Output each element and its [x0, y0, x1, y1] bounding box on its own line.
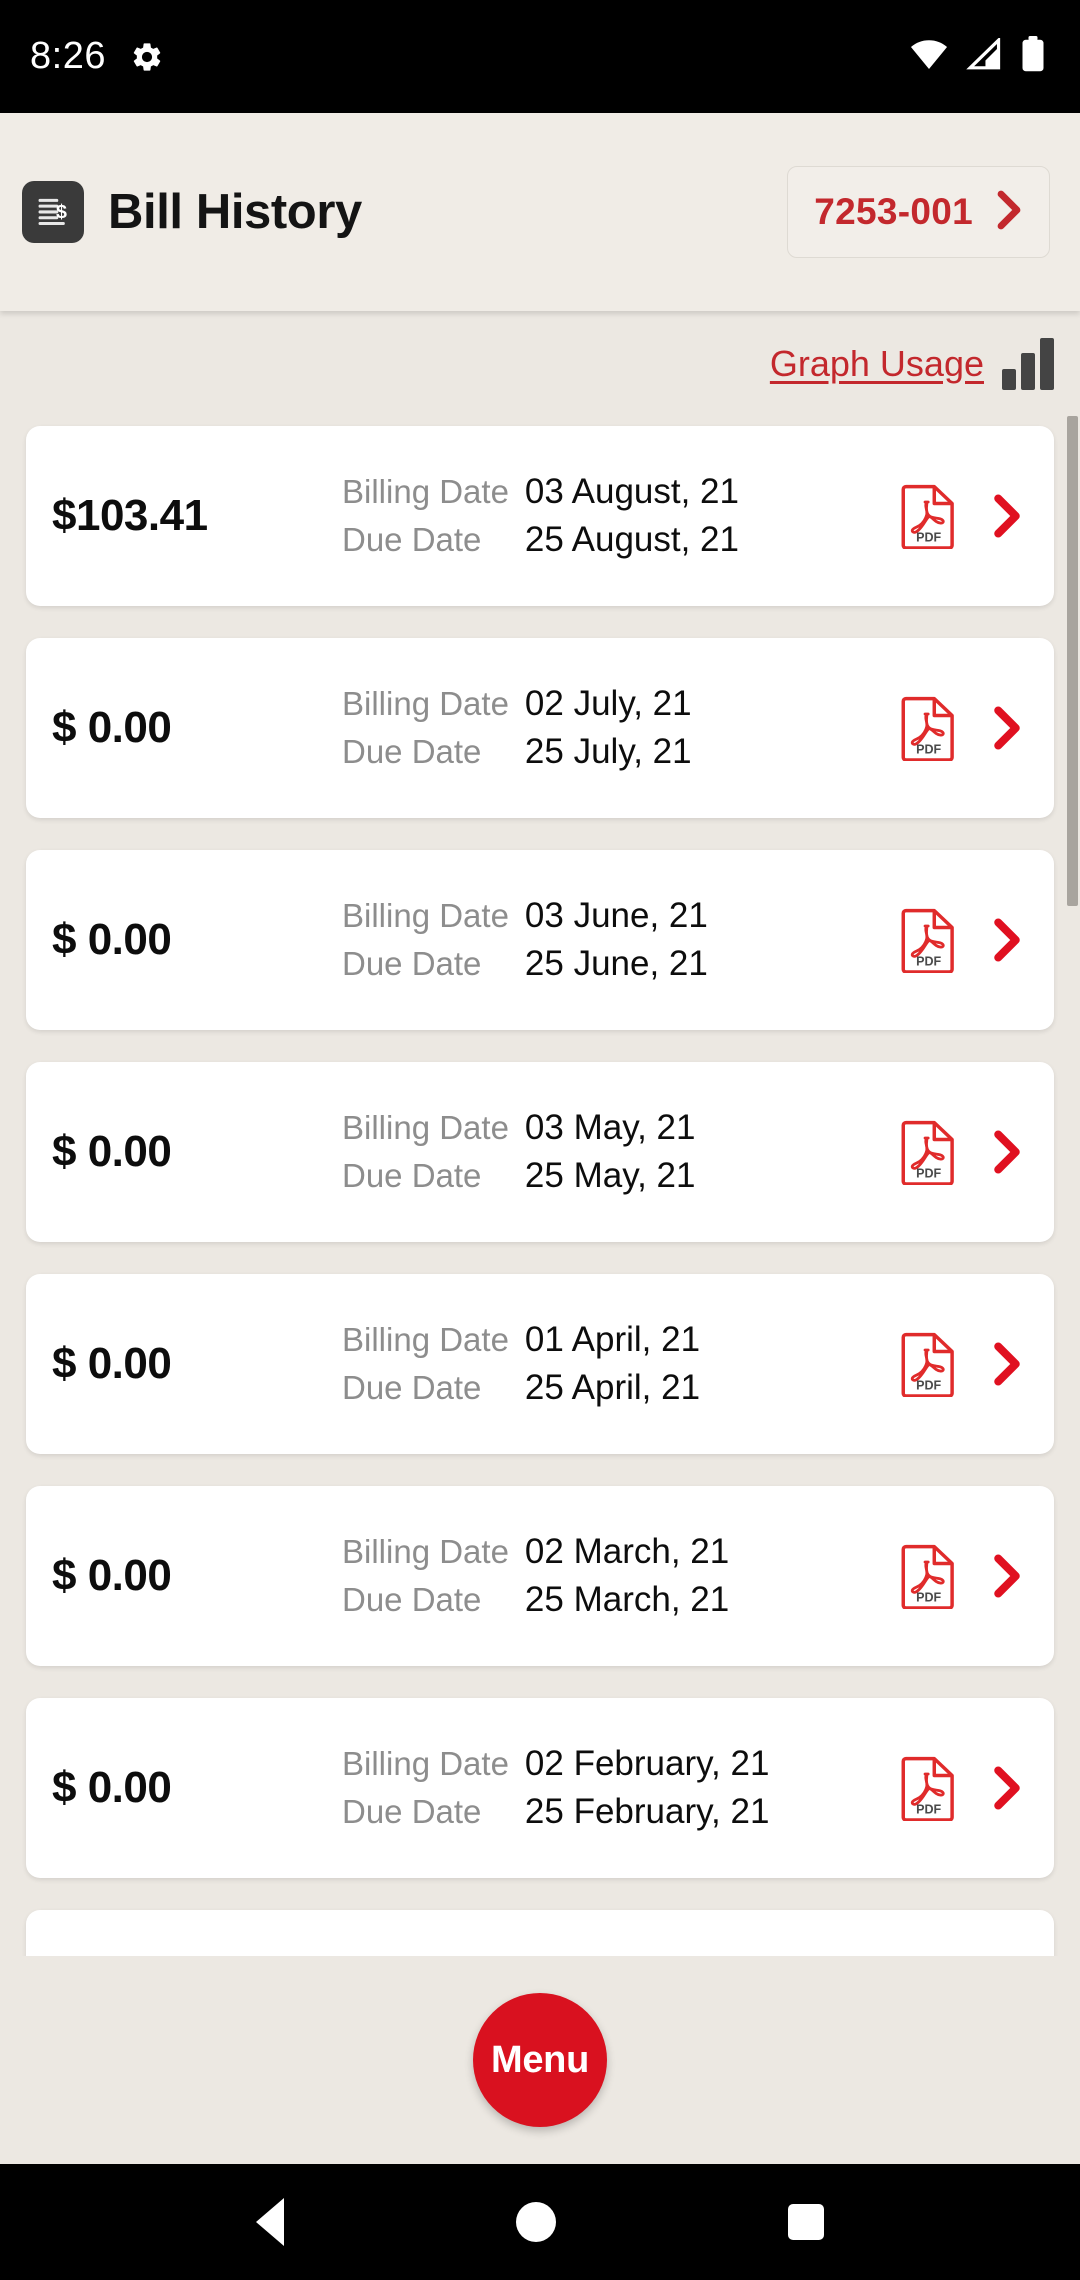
gear-icon: [130, 40, 164, 74]
billing-date-label: Billing Date: [342, 473, 509, 510]
bill-document-icon: $: [22, 181, 84, 243]
due-date-value: 25 July, 21: [524, 732, 692, 771]
due-date-value: 25 August, 21: [524, 520, 739, 559]
home-icon[interactable]: [516, 2202, 556, 2242]
svg-text:PDF: PDF: [916, 531, 941, 545]
account-selector-button[interactable]: 7253-001: [787, 166, 1050, 258]
billing-date-value: 03 June, 21: [524, 896, 708, 935]
scrollbar-thumb[interactable]: [1067, 416, 1078, 906]
chevron-right-icon[interactable]: [992, 1130, 1022, 1174]
bill-dates: Billing Date 03 May, 21 Due Date 25 May, 21: [342, 1108, 695, 1196]
billing-date-value: 02 July, 21: [524, 684, 692, 723]
chevron-right-icon[interactable]: [992, 706, 1022, 750]
billing-date-label: Billing Date: [342, 685, 509, 722]
billing-date-value: 03 May, 21: [524, 1108, 696, 1147]
page-title: Bill History: [108, 185, 362, 239]
chevron-right-icon[interactable]: [992, 1342, 1022, 1386]
due-date-label: Due Date: [342, 521, 482, 558]
chevron-right-icon[interactable]: [992, 494, 1022, 538]
svg-text:$: $: [56, 201, 67, 223]
due-date-label: Due Date: [342, 733, 482, 770]
chevron-right-icon[interactable]: [992, 1554, 1022, 1598]
due-date-label: Due Date: [342, 1581, 482, 1618]
pdf-download-icon[interactable]: PDF: [900, 483, 958, 549]
due-date-label: Due Date: [342, 945, 482, 982]
svg-text:PDF: PDF: [916, 1167, 941, 1181]
pdf-download-icon[interactable]: PDF: [900, 1331, 958, 1397]
billing-date-label: Billing Date: [342, 1533, 509, 1570]
table-row[interactable]: $ 0.00 Billing Date 02 February, 21 Due Dat…: [26, 1698, 1054, 1878]
due-date-value: 25 February, 21: [524, 1792, 770, 1831]
app-header: $ Bill History 7253-001: [0, 113, 1080, 311]
billing-date-value: 01 April, 21: [524, 1320, 701, 1359]
status-clock: 8:26: [30, 35, 106, 77]
billing-date-value: 02 March, 21: [524, 1532, 730, 1571]
battery-icon: [1020, 36, 1046, 77]
graph-usage-link[interactable]: Graph Usage: [770, 343, 984, 385]
menu-fab-button[interactable]: Menu: [473, 1993, 607, 2127]
bill-dates: Billing Date 01 April, 21 Due Date 25 April…: [342, 1320, 700, 1408]
svg-text:PDF: PDF: [916, 743, 941, 757]
billing-date-value: 02 February, 21: [524, 1744, 770, 1783]
cellular-signal-icon: [966, 36, 1002, 75]
svg-text:PDF: PDF: [916, 1803, 941, 1817]
graph-usage-row: Graph Usage: [0, 311, 1080, 416]
bill-dates: Billing Date 02 February, 21 Due Date 25 Fe…: [342, 1744, 769, 1832]
pdf-download-icon[interactable]: PDF: [900, 1119, 958, 1185]
recents-icon[interactable]: [788, 2204, 824, 2240]
status-indicators: [910, 36, 1046, 77]
due-date-value: 25 June, 21: [524, 944, 708, 983]
back-icon[interactable]: [256, 2198, 284, 2246]
table-row[interactable]: $ 0.00 Billing Date 01 April, 21 Due Date 25…: [26, 1274, 1054, 1454]
bill-dates: Billing Date 03 August, 21 Due Date 25 Augu…: [342, 472, 739, 560]
table-row[interactable]: $ 0.00 Billing Date 03 May, 21 Due Date 25 M…: [26, 1062, 1054, 1242]
bill-amount: $ 0.00: [52, 1551, 172, 1600]
pdf-download-icon[interactable]: PDF: [900, 695, 958, 761]
bill-list[interactable]: $103.41 Billing Date 03 August, 21 Due Date…: [0, 416, 1080, 1956]
status-bar: 8:26: [0, 0, 1080, 113]
billing-date-label: Billing Date: [342, 1109, 509, 1146]
pdf-download-icon[interactable]: PDF: [900, 1755, 958, 1821]
bill-dates: Billing Date 03 June, 21 Due Date 25 June, …: [342, 896, 708, 984]
bar-chart-icon[interactable]: [1002, 337, 1054, 390]
pdf-download-icon[interactable]: PDF: [900, 1543, 958, 1609]
billing-date-label: Billing Date: [342, 897, 509, 934]
due-date-label: Due Date: [342, 1157, 482, 1194]
billing-date-label: Billing Date: [342, 1321, 509, 1358]
fab-area: Menu: [0, 1956, 1080, 2164]
table-row[interactable]: $103.41 Billing Date 03 August, 21 Due Date…: [26, 426, 1054, 606]
bill-amount: $ 0.00: [52, 1339, 172, 1388]
due-date-value: 25 April, 21: [524, 1368, 701, 1407]
android-nav-bar: [0, 2164, 1080, 2280]
due-date-value: 25 March, 21: [524, 1580, 730, 1619]
table-row[interactable]: $ 0.00 Billing Date 02 July, 21 Due Date 25 …: [26, 638, 1054, 818]
table-row[interactable]: $ 0.00 Billing Date 03 June, 21 Due Date 25 …: [26, 850, 1054, 1030]
list-scrollbar[interactable]: [1067, 416, 1080, 1956]
account-number: 7253-001: [814, 191, 973, 232]
table-row[interactable]: $ 0.00 Billing Date 02 March, 21 Due Date 25…: [26, 1486, 1054, 1666]
billing-date-label: Billing Date: [342, 1745, 509, 1782]
svg-text:PDF: PDF: [916, 1591, 941, 1605]
pdf-download-icon[interactable]: PDF: [900, 907, 958, 973]
chevron-right-icon: [995, 190, 1023, 235]
bill-amount: $ 0.00: [52, 1763, 172, 1812]
svg-text:PDF: PDF: [916, 1379, 941, 1393]
billing-date-value: 03 August, 21: [524, 472, 739, 511]
menu-fab-label: Menu: [490, 2038, 589, 2081]
bill-amount: $ 0.00: [52, 915, 172, 964]
bill-dates: Billing Date 02 March, 21 Due Date 25 March…: [342, 1532, 729, 1620]
chevron-right-icon[interactable]: [992, 1766, 1022, 1810]
wifi-icon: [910, 38, 948, 75]
due-date-label: Due Date: [342, 1369, 482, 1406]
bill-amount: $103.41: [52, 491, 208, 540]
due-date-label: Due Date: [342, 1793, 482, 1830]
bill-dates: Billing Date 02 July, 21 Due Date 25 July, …: [342, 684, 692, 772]
bill-amount: $ 0.00: [52, 1127, 172, 1176]
svg-text:PDF: PDF: [916, 955, 941, 969]
chevron-right-icon[interactable]: [992, 918, 1022, 962]
bill-amount: $ 0.00: [52, 703, 172, 752]
table-row[interactable]: $ 0.00Billing Date05 January, 21Due Date…: [26, 1910, 1054, 1956]
due-date-value: 25 May, 21: [524, 1156, 696, 1195]
